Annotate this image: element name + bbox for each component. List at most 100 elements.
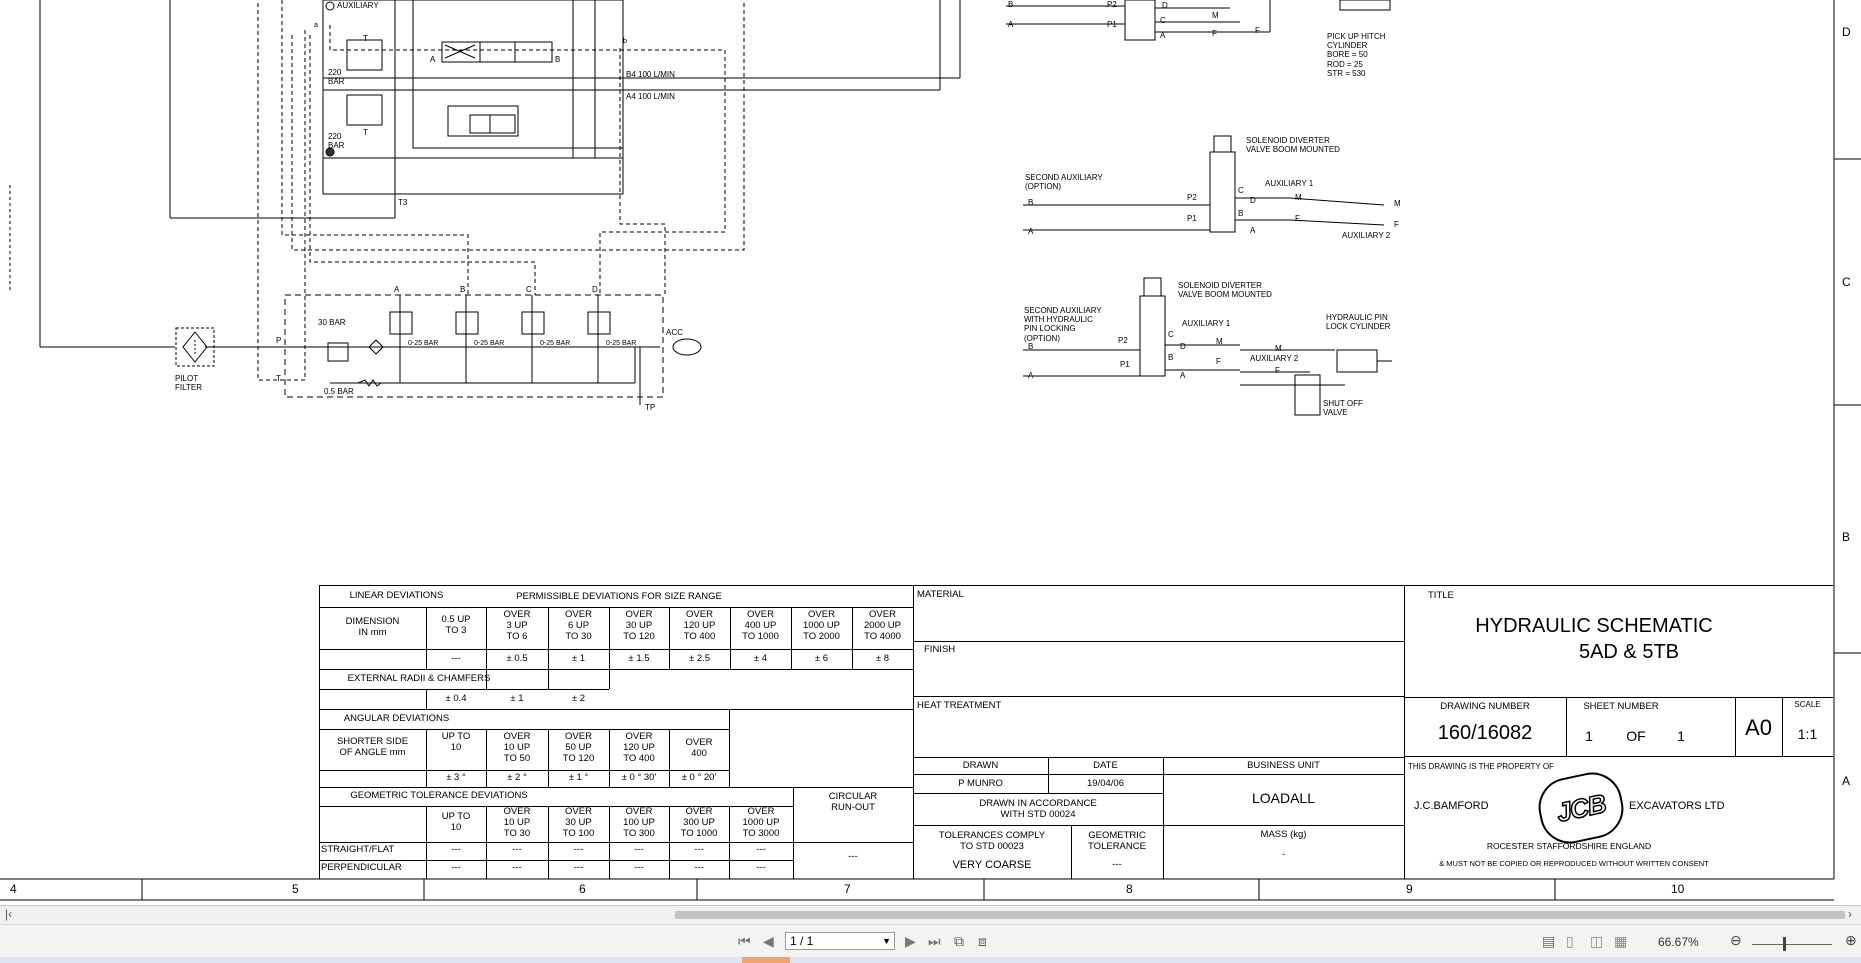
diverter-1-title: SOLENOID DIVERTER VALVE BOOM MOUNTED — [1246, 136, 1340, 155]
business-unit-label: BUSINESS UNIT — [1247, 760, 1320, 771]
viewer-toolbar: |‹ › ⏮ ◀ 1 / 1 ▼ ▶ ⏭ ⧉ ⧈ ▤ ▯ ◫ ▦ 66.67% … — [0, 905, 1861, 958]
property-of-label: THIS DRAWING IS THE PROPERTY OF — [1408, 762, 1554, 771]
size-range-1: 0.5 UP TO 3 — [441, 614, 471, 636]
drawing-title-line2: 5AD & 5TB — [1578, 641, 1680, 663]
auxiliary-1-label-a: AUXILIARY 1 — [1265, 179, 1314, 188]
d1-a-label: A — [1028, 227, 1034, 236]
angle-value-1: ± 3 ° — [446, 772, 466, 783]
d2-d-label: D — [1180, 342, 1186, 351]
drawing-number-value: 160/16082 — [1437, 722, 1533, 744]
external-radii-label: EXTERNAL RADII & CHAMFERS — [347, 673, 491, 684]
page-select[interactable]: 1 / 1 ▼ — [785, 932, 895, 950]
jcb-logo-text: JCB — [1553, 787, 1609, 828]
geometric-tolerance-label: GEOMETRIC TOLERANCE DEVIATIONS — [350, 790, 528, 801]
facing-continuous-icon[interactable]: ▦ — [1614, 933, 1627, 950]
relief-220-label-a: 220 BAR — [328, 68, 345, 87]
paper-size-value: A0 — [1745, 715, 1772, 740]
continuous-icon[interactable]: ▯ — [1566, 933, 1574, 950]
facing-icon[interactable]: ◫ — [1590, 933, 1603, 950]
auxiliary-2-label-b: AUXILIARY 2 — [1250, 354, 1299, 363]
first-page-icon[interactable]: ⏮ — [738, 933, 751, 950]
drawing-canvas: AUXILIARY 220 BAR 220 BAR B4 100 L/MIN A… — [0, 0, 1861, 905]
geo-range-6: OVER 1000 UP TO 3000 — [742, 806, 780, 839]
bar05-label: 0.5 BAR — [324, 387, 354, 396]
size-range-2: OVER 3 UP TO 6 — [503, 609, 531, 642]
single-page-icon[interactable]: ▤ — [1542, 933, 1555, 950]
d2-m2-label: M — [1275, 344, 1282, 353]
top-f-label: F — [1212, 29, 1217, 38]
straight-value-3: --- — [573, 844, 584, 855]
second-auxiliary-pin-label: SECOND AUXILIARY WITH HYDRAULIC PIN LOCK… — [1024, 306, 1102, 343]
d2-c-label: C — [1168, 330, 1174, 339]
d1-p2-label: P2 — [1187, 193, 1197, 202]
spool-a-label: A — [430, 55, 436, 64]
heat-treatment-label: HEAT TREATMENT — [917, 700, 1002, 711]
scroll-left-icon[interactable]: |‹ — [5, 907, 12, 921]
section-c-label: C — [526, 285, 532, 294]
geo-range-1: UP TO 10 — [441, 811, 471, 833]
straight-value-4: --- — [634, 844, 644, 855]
fit-width-icon[interactable]: ⧈ — [978, 933, 987, 950]
top-f2-label: F — [1255, 26, 1260, 35]
zone-number-5: 5 — [292, 882, 299, 896]
jcb-logo: JCB — [1533, 766, 1629, 850]
section-c-pressure: 0-25 BAR — [540, 340, 571, 347]
d2-b2-label: B — [1168, 353, 1174, 362]
perp-value-1: --- — [451, 862, 461, 873]
d2-f-label: F — [1216, 357, 1221, 366]
angle-range-3: OVER 50 UP TO 120 — [562, 731, 595, 764]
linear-value-3: ± 1 — [571, 653, 586, 664]
zone-letter-d: D — [1842, 25, 1851, 39]
finish-label: FINISH — [924, 644, 956, 655]
last-page-icon[interactable]: ⏭ — [928, 933, 941, 950]
d2-a2-label: A — [1180, 371, 1186, 380]
horizontal-scrollbar[interactable]: |‹ › — [0, 906, 1861, 925]
pilot-filter-label: PILOT FILTER — [175, 374, 202, 393]
radii-value-3: ± 2 — [571, 693, 586, 704]
zone-letter-c: C — [1842, 275, 1851, 289]
prev-page-icon[interactable]: ◀ — [763, 933, 774, 950]
drawn-by-value: P MUNRO — [958, 778, 1003, 789]
zoom-level[interactable]: 66.67% — [1658, 935, 1699, 949]
d2-p1-label: P1 — [1120, 360, 1130, 369]
zoom-slider[interactable] — [1752, 944, 1832, 945]
geometric-tolerance-small-label: GEOMETRIC TOLERANCE — [1088, 830, 1146, 852]
d2-m-label: M — [1216, 337, 1223, 346]
angle-range-2: OVER 10 UP TO 50 — [503, 731, 531, 764]
section-d-pressure: 0-25 BAR — [606, 340, 637, 347]
perp-value-5: --- — [694, 862, 704, 873]
d1-a2-label: A — [1250, 226, 1256, 235]
spool-b-label: B — [555, 55, 561, 64]
zoom-in-icon[interactable]: ⊕ — [1845, 932, 1857, 949]
date-label: DATE — [1093, 760, 1118, 771]
pick-up-hitch-label: PICK UP HITCH CYLINDER BORE = 50 ROD = 2… — [1327, 32, 1386, 78]
d1-b-label: B — [1028, 198, 1034, 207]
d1-m-label: M — [1295, 193, 1302, 202]
zoom-out-icon[interactable]: ⊖ — [1730, 932, 1742, 949]
scroll-right-icon[interactable]: › — [1848, 907, 1852, 921]
perp-value-6: --- — [756, 862, 766, 873]
size-range-5: OVER 120 UP TO 400 — [683, 609, 716, 642]
business-unit-value: LOADALL — [1251, 790, 1316, 806]
radii-value-2: ± 1 — [510, 693, 524, 704]
mass-label: MASS (kg) — [1260, 829, 1307, 840]
sheet-of-label: OF — [1626, 728, 1646, 744]
d2-a-label: A — [1028, 371, 1034, 380]
zone-letter-a: A — [1842, 774, 1851, 788]
straight-value-6: --- — [756, 844, 766, 855]
a4-flow-label: A4 100 L/MIN — [626, 92, 675, 101]
angle-value-3: ± 1 ° — [568, 772, 589, 783]
relief-220-label-b: 220 BAR — [328, 132, 345, 151]
next-page-icon[interactable]: ▶ — [905, 933, 916, 950]
perp-value-2: --- — [512, 862, 522, 873]
size-range-7: OVER 1000 UP TO 2000 — [803, 609, 840, 642]
chevron-down-icon: ▼ — [882, 936, 891, 946]
d2-f2-label: F — [1275, 366, 1280, 375]
scrollbar-thumb[interactable] — [675, 911, 1845, 919]
angle-range-1: UP TO 10 — [441, 731, 471, 753]
zoom-slider-thumb[interactable] — [1783, 937, 1786, 951]
top-p2-label: P2 — [1107, 0, 1117, 9]
fit-page-icon[interactable]: ⧉ — [954, 933, 964, 950]
zone-number-4: 4 — [10, 882, 17, 896]
size-range-3: OVER 6 UP TO 30 — [565, 609, 592, 642]
